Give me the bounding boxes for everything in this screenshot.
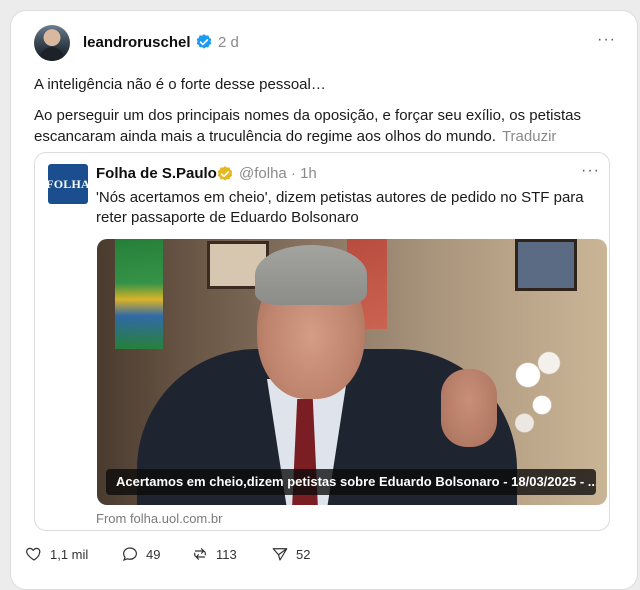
heart-icon (26, 547, 41, 561)
share-button[interactable]: 52 (271, 545, 310, 563)
quoted-handle-time: @folha · 1h (239, 165, 317, 182)
gold-verified-badge-icon (217, 166, 233, 181)
repost-count: 113 (216, 546, 237, 562)
avatar[interactable] (34, 25, 70, 61)
send-icon (272, 548, 288, 561)
post-card: leandroruschel 2 d ··· A inteligência nã… (10, 10, 638, 590)
post-text-body: Ao perseguir um dos principais nomes da … (34, 105, 624, 147)
like-button[interactable]: 1,1 mil (25, 545, 88, 563)
quoted-post-text: 'Nós acertamos em cheio', dizem petistas… (96, 189, 584, 226)
link-source[interactable]: From folha.uol.com.br (96, 511, 222, 526)
quoted-author-name[interactable]: Folha de S.Paulo (96, 165, 217, 182)
share-count: 52 (296, 546, 311, 562)
flowers-shape (507, 339, 577, 459)
raised-fist-shape (441, 369, 497, 447)
action-bar: 1,1 mil 49 113 52 (25, 545, 625, 567)
article-image[interactable]: Acertamos em cheio,dizem petistas sobre … (97, 239, 607, 505)
folha-logo[interactable]: FOLHA (46, 164, 90, 204)
reply-count: 49 (146, 546, 161, 562)
repost-button[interactable]: 113 (191, 545, 237, 563)
brazil-flag-shape (115, 239, 163, 349)
quoted-post[interactable]: FOLHA Folha de S.Paulo @folha · 1h ··· '… (34, 152, 610, 531)
verified-badge-icon (196, 34, 212, 49)
reply-button[interactable]: 49 (121, 545, 160, 563)
translate-link[interactable]: Traduzir (502, 128, 556, 145)
like-count: 1,1 mil (50, 546, 89, 562)
comment-icon (122, 547, 137, 561)
hair-shape (255, 245, 367, 305)
image-caption: Acertamos em cheio,dizem petistas sobre … (106, 469, 596, 495)
post-header: leandroruschel 2 d ··· (34, 25, 624, 61)
folha-logo-text: FOLHA (46, 176, 90, 191)
picture-frame-right-shape (515, 239, 577, 291)
repost-icon (194, 548, 206, 560)
post-text-line2: Ao perseguir um dos principais nomes da … (34, 107, 581, 145)
post-time: 2 d (218, 34, 239, 51)
post-text-line1: A inteligência não é o forte desse pesso… (34, 76, 326, 93)
username[interactable]: leandroruschel (83, 34, 191, 51)
more-options-icon[interactable]: ··· (597, 31, 616, 49)
quoted-more-options-icon[interactable]: ··· (581, 162, 600, 180)
